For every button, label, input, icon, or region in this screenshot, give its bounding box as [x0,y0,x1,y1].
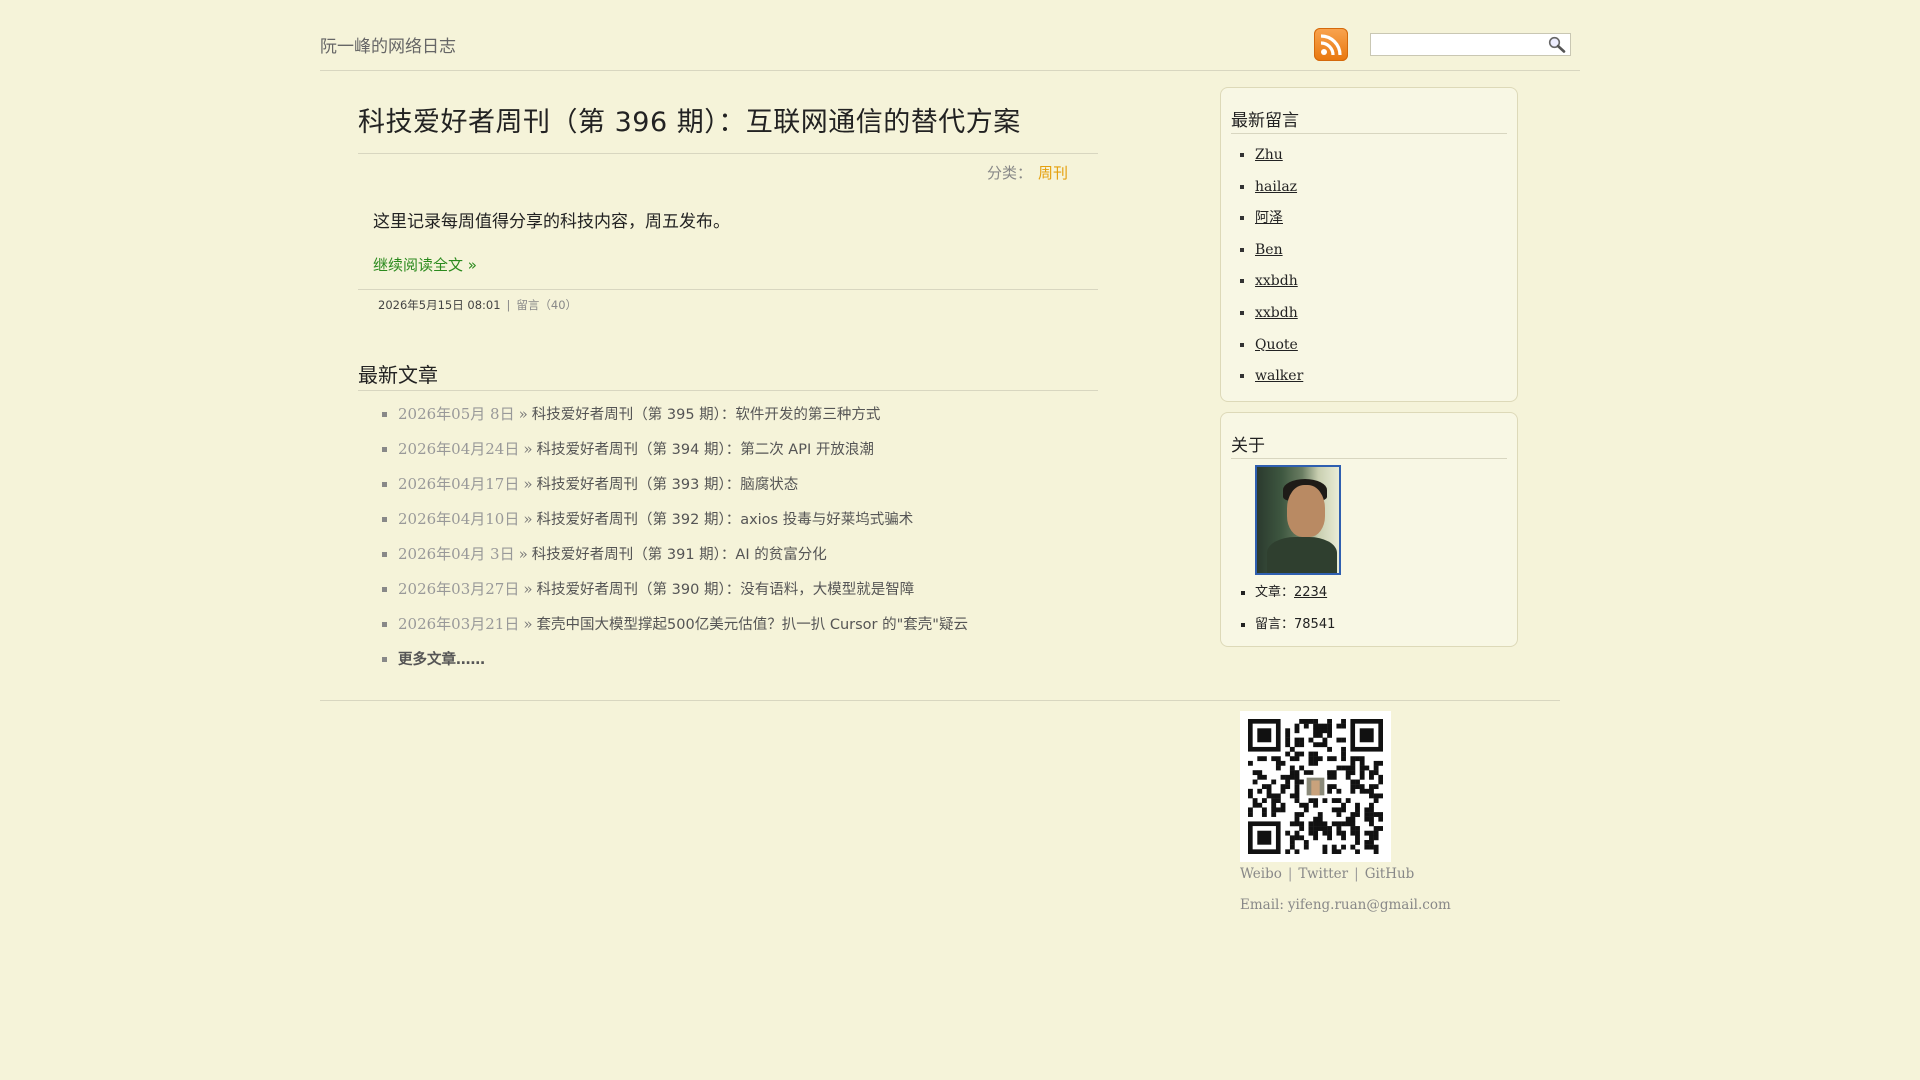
latest-comments-heading: 最新留言 [1231,106,1507,134]
recent-article-link[interactable]: 科技爱好者周刊（第 390 期）：没有语料，大模型就是智障 [537,582,915,598]
latest-comments-box: 最新留言 Zhu hailaz 阿泽 Ben xxbdh xxbdh Quote… [1220,87,1518,402]
footer-separator: | [1287,866,1293,882]
recent-article-date: 2026年05月 8日 [398,405,515,423]
recent-article-item: 2026年05月 8日»科技爱好者周刊（第 395 期）：软件开发的第三种方式 [398,397,1098,432]
recent-article-item: 2026年03月27日»科技爱好者周刊（第 390 期）：没有语料，大模型就是智… [398,572,1098,607]
qr-code-image [1248,719,1383,854]
commenter-link[interactable]: xxbdh [1255,273,1298,289]
commenters-list: Zhu hailaz 阿泽 Ben xxbdh xxbdh Quote walk… [1231,140,1507,393]
raquo: » [523,615,533,633]
email-label: Email: [1240,897,1284,913]
recent-article-link[interactable]: 科技爱好者周刊（第 394 期）：第二次 API 开放浪潮 [537,442,874,458]
site-header: 阮一峰的网络日志 [320,0,1580,71]
search-input[interactable] [1371,34,1543,55]
search-box [1370,33,1571,56]
commenter-link[interactable]: Quote [1255,337,1298,353]
recent-article-link[interactable]: 科技爱好者周刊（第 391 期）：AI 的贫富分化 [532,547,827,563]
commenter-item: Ben [1255,235,1507,267]
recent-article-item: 2026年04月10日»科技爱好者周刊（第 392 期）：axios 投毒与好莱… [398,502,1098,537]
footer-divider [320,700,1560,701]
more-articles-link[interactable]: 更多文章…… [398,652,485,668]
recent-article-item: 2026年04月 3日»科技爱好者周刊（第 391 期）：AI 的贫富分化 [398,537,1098,572]
commenter-item: hailaz [1255,172,1507,204]
articles-label: 文章： [1255,585,1295,600]
article-category: 分类： 周刊 [358,154,1098,183]
category-label: 分类： [986,164,1032,182]
comments-label: 留言： [1255,617,1295,632]
recent-article-link[interactable]: 科技爱好者周刊（第 393 期）：脑腐状态 [537,477,799,493]
commenter-item: xxbdh [1255,298,1507,330]
recent-article-date: 2026年04月24日 [398,440,520,458]
avatar-item [1255,465,1507,575]
commenter-item: walker [1255,361,1507,393]
recent-article-item: 2026年03月21日»套壳中国大模型撑起500亿美元估值？扒一扒 Cursor… [398,607,1098,642]
commenter-item: 阿泽 [1255,203,1507,235]
comments-count-item: 留言：78541 [1255,609,1507,641]
about-list: 文章：2234 留言：78541 [1231,465,1507,641]
commenter-link[interactable]: Zhu [1255,147,1283,163]
twitter-link[interactable]: Twitter [1298,866,1348,882]
commenter-link[interactable]: xxbdh [1255,305,1298,321]
recent-articles-list: 2026年05月 8日»科技爱好者周刊（第 395 期）：软件开发的第三种方式 … [358,397,1098,677]
search-icon[interactable] [1548,36,1566,57]
commenter-link[interactable]: 阿泽 [1255,210,1283,226]
raquo: » [523,440,533,458]
meta-separator: | [506,298,511,312]
avatar[interactable] [1255,465,1341,575]
comments-link[interactable]: 留言（40） [516,298,577,312]
raquo: » [523,510,533,528]
footer-links: Weibo | Twitter | GitHub [1240,866,1414,882]
article-excerpt: 这里记录每周值得分享的科技内容，周五发布。 [373,212,730,232]
raquo: » [518,545,528,563]
weibo-link[interactable]: Weibo [1240,866,1282,882]
recent-articles-heading: 最新文章 [358,359,1098,391]
commenter-link[interactable]: Ben [1255,242,1283,258]
articles-count-item: 文章：2234 [1255,577,1507,609]
recent-article-link[interactable]: 科技爱好者周刊（第 392 期）：axios 投毒与好莱坞式骗术 [537,512,914,528]
footer-email: Email: yifeng.ruan@gmail.com [1240,897,1451,913]
commenter-link[interactable]: hailaz [1255,179,1297,195]
commenter-item: Zhu [1255,140,1507,172]
commenter-item: Quote [1255,330,1507,362]
recent-article-date: 2026年03月27日 [398,580,520,598]
recent-article-date: 2026年04月17日 [398,475,520,493]
commenter-link[interactable]: walker [1255,368,1303,384]
raquo: » [518,405,528,423]
recent-article-item: 2026年04月17日»科技爱好者周刊（第 393 期）：脑腐状态 [398,467,1098,502]
article-date: 2026年5月15日 08:01 [378,298,501,312]
raquo: » [523,475,533,493]
recent-article-date: 2026年03月21日 [398,615,520,633]
read-more-link[interactable]: 继续阅读全文 » [373,254,477,275]
avatar-body [1267,537,1337,573]
recent-article-date: 2026年04月10日 [398,510,520,528]
more-articles-item: 更多文章…… [398,642,1098,677]
raquo: » [523,580,533,598]
article-title[interactable]: 科技爱好者周刊（第 396 期）：互联网通信的替代方案 [358,90,1098,154]
recent-article-link[interactable]: 科技爱好者周刊（第 395 期）：软件开发的第三种方式 [532,407,881,423]
email-address: yifeng.ruan@gmail.com [1287,897,1451,913]
recent-article-item: 2026年04月24日»科技爱好者周刊（第 394 期）：第二次 API 开放浪… [398,432,1098,467]
recent-article-date: 2026年04月 3日 [398,545,515,563]
recent-article-link[interactable]: 套壳中国大模型撑起500亿美元估值？扒一扒 Cursor 的"套壳"疑云 [537,617,968,633]
rss-icon[interactable] [1314,28,1348,61]
rss-glyph [1320,34,1342,56]
articles-count-link[interactable]: 2234 [1294,585,1327,600]
comments-count: 78541 [1294,617,1336,632]
about-heading: 关于 [1231,431,1507,459]
commenter-item: xxbdh [1255,266,1507,298]
category-link[interactable]: 周刊 [1038,164,1068,182]
avatar-face [1287,485,1325,537]
footer-separator: | [1354,866,1359,882]
article-meta: 2026年5月15日 08:01 | 留言（40） [358,289,1098,313]
github-link[interactable]: GitHub [1365,866,1415,882]
qr-code [1240,711,1391,862]
site-title-link[interactable]: 阮一峰的网络日志 [320,32,456,57]
about-box: 关于 文章：2234 留言：78541 [1220,412,1518,647]
main-content: 科技爱好者周刊（第 396 期）：互联网通信的替代方案 分类： 周刊 这里记录每周… [358,90,1098,677]
